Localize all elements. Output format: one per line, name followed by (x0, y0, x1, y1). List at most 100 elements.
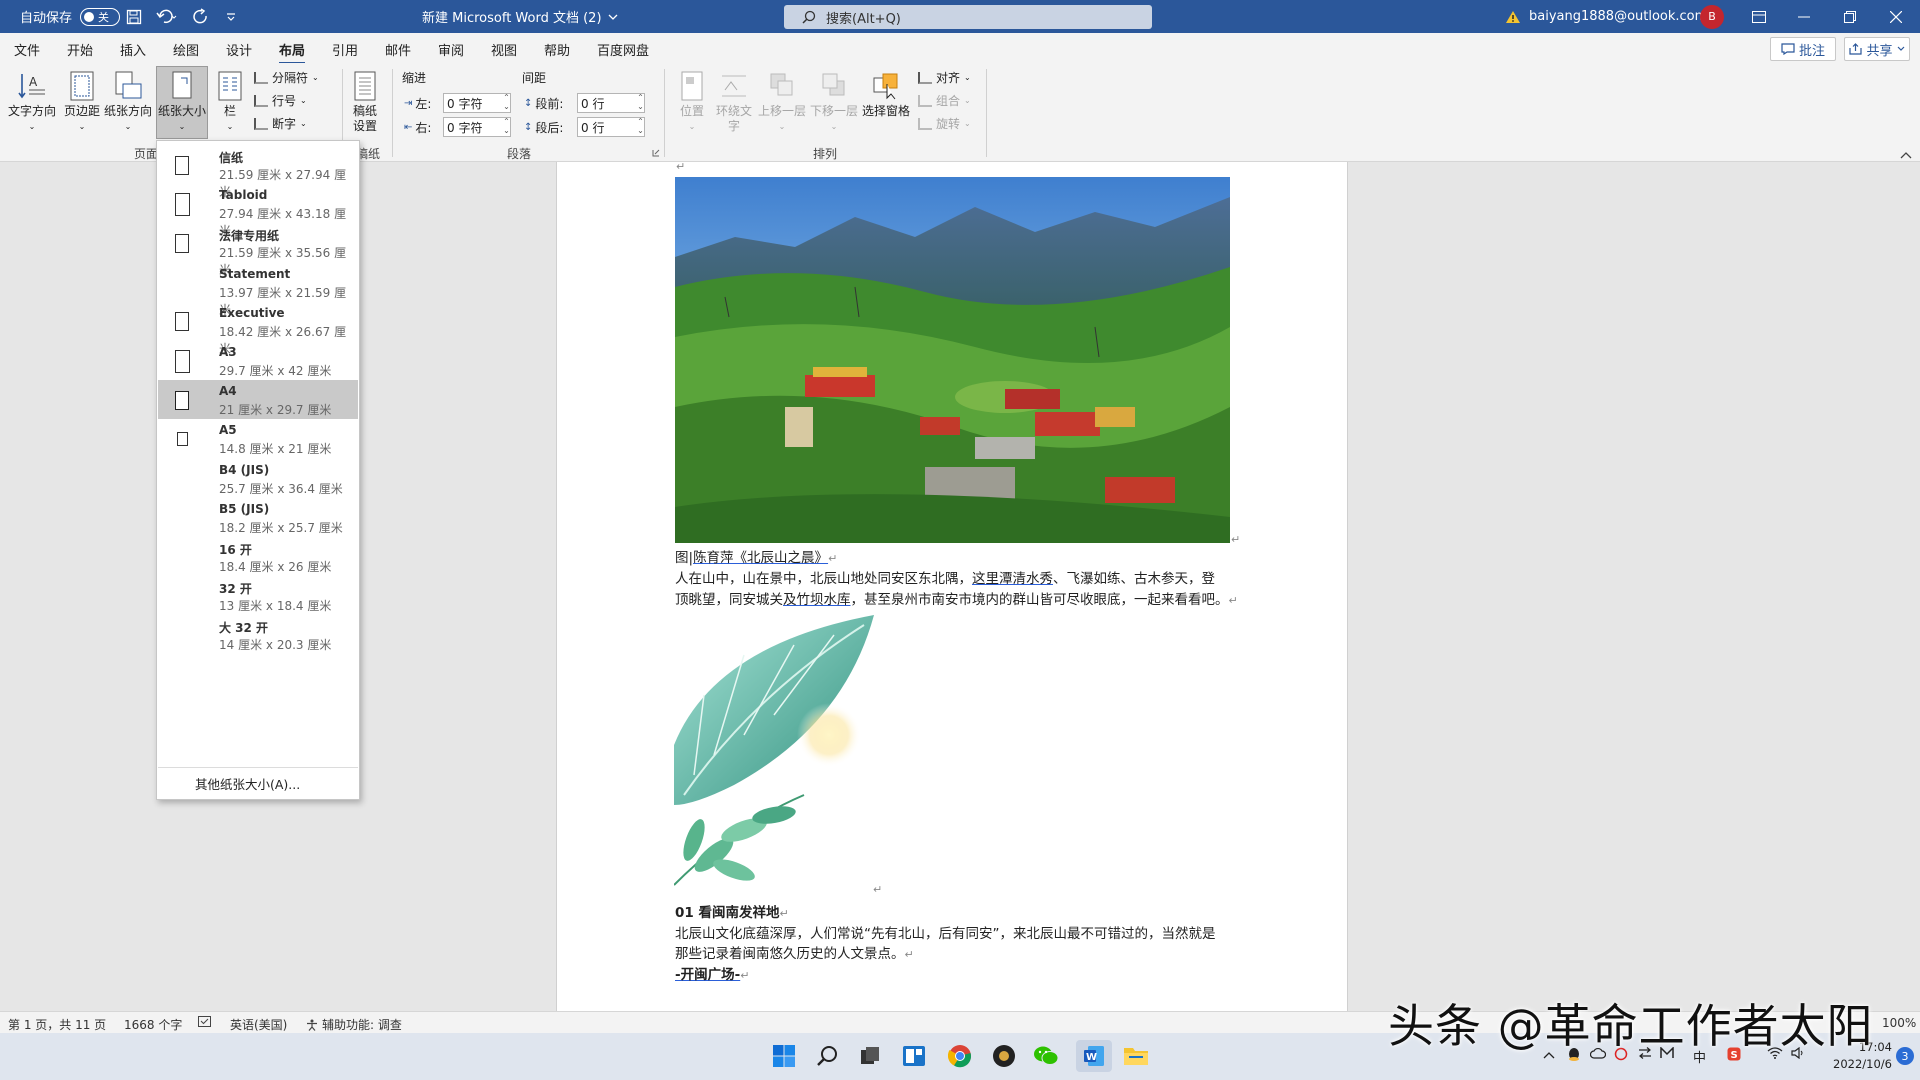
position-button[interactable]: 位置 ⌄ (672, 67, 712, 137)
breaks-button[interactable]: 分隔符 ⌄ (254, 69, 319, 86)
paper-size-item[interactable]: 32 开 13 厘米 x 18.4 厘米 (158, 576, 358, 615)
file-explorer-icon[interactable] (1122, 1042, 1150, 1070)
start-icon[interactable] (770, 1042, 798, 1070)
save-icon[interactable] (126, 0, 142, 33)
landscape-photo[interactable] (675, 177, 1230, 543)
sub-heading[interactable]: -开闽广场-↵ (675, 965, 749, 986)
word-taskbar-icon[interactable]: W (1076, 1040, 1112, 1072)
account-email[interactable]: baiyang1888@outlook.com (1529, 0, 1707, 33)
hyphenation-button[interactable]: 断字 ⌄ (254, 115, 307, 132)
paper-size-item[interactable]: B5 (JIS) 18.2 厘米 x 25.7 厘米 (158, 498, 358, 537)
word-count[interactable]: 1668 个字 (124, 1016, 182, 1033)
body-paragraph-line[interactable]: 北辰山文化底蕴深厚，人们常说“先有北山，后有同安”，来北辰山最不可错过的，当然就… (675, 924, 1216, 944)
tab-layout[interactable]: 布局 (279, 40, 306, 65)
paper-size-item[interactable]: A4 21 厘米 x 29.7 厘米 (158, 380, 358, 420)
autosave-toggle[interactable]: 关 (80, 7, 121, 26)
tab-help[interactable]: 帮助 (544, 40, 570, 59)
text-direction-button[interactable]: A 文字方向 ⌄ (8, 67, 56, 137)
accessibility-status[interactable]: 辅助功能: 调查 (306, 1016, 402, 1033)
paper-size-item[interactable]: 信纸 21.59 厘米 x 27.94 厘米 (158, 145, 358, 199)
paragraph-mark: ↵ (676, 160, 686, 173)
tab-design[interactable]: 设计 (226, 40, 252, 59)
orientation-button[interactable]: 纸张方向 ⌄ (104, 67, 152, 137)
page-count[interactable]: 第 1 页，共 11 页 (8, 1016, 106, 1033)
body-paragraph-line[interactable]: 人在山中，山在景中，北辰山地处同安区东北隅，这里潭清水秀、飞瀑如练、古木参天，登 (675, 569, 1215, 589)
line-numbers-button[interactable]: 行号 ⌄ (254, 92, 307, 109)
close-icon[interactable] (1873, 0, 1919, 33)
wrap-text-button[interactable]: 环绕文字 (712, 67, 756, 137)
minimize-icon[interactable] (1781, 0, 1827, 33)
task-view-icon[interactable] (856, 1042, 884, 1070)
indent-right-input[interactable]: 0 字符 (443, 117, 511, 137)
section-heading[interactable]: 01 看闽南发祥地↵ (675, 903, 789, 924)
paper-size-item[interactable]: A5 14.8 厘米 x 21 厘米 (158, 419, 358, 458)
indent-left-input[interactable]: 0 字符 (443, 93, 511, 113)
chrome-icon[interactable] (946, 1042, 974, 1070)
warning-icon[interactable] (1505, 0, 1521, 33)
search-box[interactable]: 搜索(Alt+Q) (784, 5, 1152, 29)
account-avatar-wrap[interactable]: B (1700, 0, 1724, 33)
margins-button[interactable]: 页边距 ⌄ (58, 67, 106, 137)
paper-size-item[interactable]: B4 (JIS) 25.7 厘米 x 36.4 厘米 (158, 459, 358, 498)
proofing-icon[interactable] (198, 1016, 211, 1027)
tab-view[interactable]: 视图 (491, 40, 517, 59)
ribbon-display-icon[interactable] (1736, 0, 1782, 33)
paper-size-item[interactable]: Executive 18.42 厘米 x 26.67 厘米 (158, 302, 358, 356)
zoom-level[interactable]: 100% (1882, 1016, 1916, 1030)
selection-pane-button[interactable]: 选择窗格 (862, 67, 910, 137)
caption-link[interactable]: 陈育萍《北辰山之晨》 (693, 550, 828, 566)
undo-icon[interactable] (156, 0, 178, 33)
align-label: 对齐 (936, 71, 961, 85)
wechat-icon[interactable] (1032, 1042, 1060, 1070)
spacing-after-input[interactable]: 0 行 (577, 117, 645, 137)
paper-size-item[interactable]: 16 开 18.4 厘米 x 26 厘米 (158, 537, 358, 576)
tab-file[interactable]: 文件 (14, 40, 40, 59)
tab-draw[interactable]: 绘图 (173, 40, 199, 59)
paper-size-item[interactable]: Tabloid 27.94 厘米 x 43.18 厘米 (158, 184, 358, 238)
autosave[interactable]: 自动保存 关 (20, 0, 121, 33)
more-paper-sizes-item[interactable]: 其他纸张大小(A)... (195, 774, 300, 793)
send-backward-button[interactable]: 下移一层 ⌄ (810, 67, 858, 137)
page-shape-icon (174, 349, 190, 373)
body-paragraph-line[interactable]: 顶眺望，同安城关及竹坝水库，甚至泉州市南安市境内的群山皆可尽收眼底，一起来看看吧… (675, 590, 1238, 611)
orientation-icon (115, 71, 142, 99)
share-button[interactable]: 共享 (1844, 37, 1910, 61)
leaf-illustration[interactable] (673, 615, 874, 895)
tab-baidu-netdisk[interactable]: 百度网盘 (597, 40, 649, 59)
bring-forward-button[interactable]: 上移一层 ⌄ (758, 67, 806, 137)
paper-size-item[interactable]: Statement 13.97 厘米 x 21.59 厘米 (158, 263, 358, 317)
customize-qat-icon[interactable] (226, 0, 236, 33)
heading-text: 01 看闽南发祥地 (675, 905, 780, 921)
tab-review[interactable]: 审阅 (438, 40, 464, 59)
document-title[interactable]: 新建 Microsoft Word 文档 (2) (422, 0, 618, 33)
photo-caption[interactable]: 图|陈育萍《北辰山之晨》↵ (675, 548, 837, 569)
comments-button[interactable]: 批注 (1770, 37, 1836, 61)
restore-icon[interactable] (1827, 0, 1873, 33)
paper-size-dimensions: 18.4 厘米 x 26 厘米 (219, 560, 332, 574)
collapse-ribbon-icon[interactable] (1900, 151, 1912, 159)
tab-mailings[interactable]: 邮件 (385, 40, 411, 59)
language-status[interactable]: 英语(美国) (230, 1016, 287, 1033)
app-icon[interactable] (990, 1042, 1018, 1070)
spacing-before-input[interactable]: 0 行 (577, 93, 645, 113)
widgets-icon[interactable] (900, 1042, 928, 1070)
paper-size-item[interactable]: 大 32 开 14 厘米 x 20.3 厘米 (158, 615, 358, 654)
paper-size-dimensions: 13 厘米 x 18.4 厘米 (219, 599, 332, 614)
tab-home[interactable]: 开始 (67, 40, 93, 59)
tab-insert[interactable]: 插入 (120, 40, 146, 59)
paper-size-item[interactable]: A3 29.7 厘米 x 42 厘米 (158, 341, 358, 380)
autosave-state: 关 (98, 10, 110, 24)
search-icon[interactable] (814, 1042, 842, 1070)
dialog-launcher-icon[interactable] (652, 149, 660, 157)
group-button[interactable]: 组合 ⌄ (918, 92, 971, 109)
align-button[interactable]: 对齐 ⌄ (918, 69, 971, 86)
redo-icon[interactable] (192, 0, 210, 33)
body-paragraph-line[interactable]: 那些记录着闽南悠久历史的人文景点。↵ (675, 944, 914, 965)
paper-size-item[interactable]: 法律专用纸 21.59 厘米 x 35.56 厘米 (158, 223, 358, 277)
columns-button[interactable]: 栏 ⌄ (212, 67, 248, 137)
paper-size-button[interactable]: 纸张大小 ⌄ (156, 66, 208, 139)
tab-references[interactable]: 引用 (332, 40, 358, 59)
rotate-button[interactable]: 旋转 ⌄ (918, 115, 971, 132)
draft-paper-button[interactable]: 稿纸设置 (344, 67, 386, 137)
notification-badge[interactable]: 3 (1896, 1047, 1914, 1065)
